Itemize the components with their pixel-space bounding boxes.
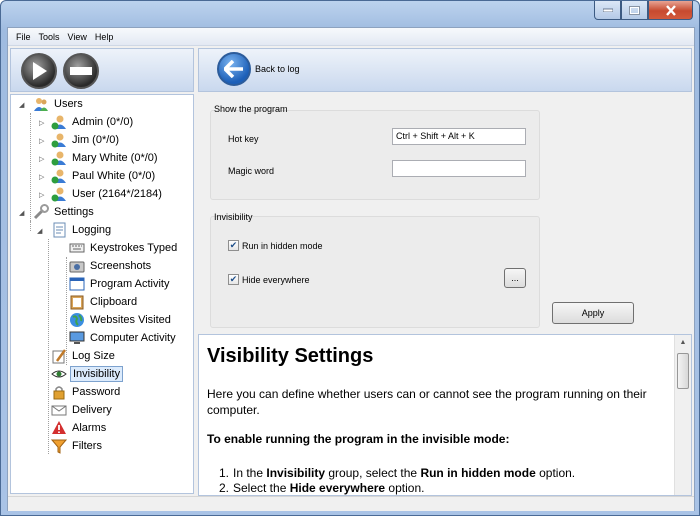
scroll-up-icon[interactable]: ▲ xyxy=(675,335,691,351)
hotkey-input[interactable]: Ctrl + Shift + Alt + K xyxy=(392,128,526,145)
window-controls xyxy=(594,1,693,20)
log-size-icon xyxy=(51,348,67,364)
apply-button[interactable]: Apply xyxy=(552,302,634,324)
menu-help[interactable]: Help xyxy=(91,28,118,46)
clipboard-icon xyxy=(69,294,85,310)
back-button[interactable] xyxy=(217,52,251,86)
menu-view[interactable]: View xyxy=(64,28,91,46)
close-icon xyxy=(665,4,676,16)
hide-everywhere-checkbox[interactable]: ✔ Hide everywhere xyxy=(228,274,310,285)
tree-delivery[interactable]: Delivery xyxy=(51,401,114,419)
hotkey-label: Hot key xyxy=(228,134,259,144)
users-icon xyxy=(33,96,49,112)
window-icon xyxy=(69,276,85,292)
help-scrollbar[interactable]: ▲ xyxy=(674,335,691,495)
tree-invisibility[interactable]: Invisibility xyxy=(51,365,124,383)
computer-icon xyxy=(69,330,85,346)
hide-options-button[interactable]: ... xyxy=(504,268,526,288)
navigation-tree: ◢ Users ▷ Admin (0*/0) ▷ Jim (0*/0) ▷ Ma… xyxy=(10,94,194,494)
globe-icon xyxy=(69,312,85,328)
invisibility-group xyxy=(210,216,540,328)
camera-icon xyxy=(69,258,85,274)
help-step-2: 2. Select the Hide everywhere option. xyxy=(219,481,425,495)
tree-computer-activity[interactable]: Computer Activity xyxy=(69,329,178,347)
scroll-thumb[interactable] xyxy=(677,353,689,389)
warning-icon xyxy=(51,420,67,436)
user-icon xyxy=(51,114,67,130)
menu-tools[interactable]: Tools xyxy=(35,28,64,46)
menu-bar: File Tools View Help xyxy=(8,28,694,46)
show-program-group xyxy=(210,110,540,200)
user-icon xyxy=(51,186,67,202)
show-program-title: Show the program xyxy=(214,104,288,114)
tree-user-admin[interactable]: Admin (0*/0) xyxy=(51,113,135,131)
help-step-1: 1. In the Invisibility group, select the… xyxy=(219,466,576,480)
start-button[interactable] xyxy=(21,53,57,89)
close-button[interactable] xyxy=(648,1,693,20)
title-bar xyxy=(1,1,699,27)
arrow-left-icon xyxy=(224,60,243,78)
help-intro: Here you can define whether users can or… xyxy=(207,387,647,417)
user-icon xyxy=(51,150,67,166)
tree-filters[interactable]: Filters xyxy=(51,437,104,455)
stop-button[interactable] xyxy=(63,53,99,89)
tree-settings[interactable]: Settings xyxy=(33,203,96,221)
tree-keystrokes-typed[interactable]: Keystrokes Typed xyxy=(69,239,179,257)
funnel-icon xyxy=(51,438,67,454)
tree-password[interactable]: Password xyxy=(51,383,122,401)
tree-user-mary-white[interactable]: Mary White (0*/0) xyxy=(51,149,160,167)
tree-user-paul-white[interactable]: Paul White (0*/0) xyxy=(51,167,157,185)
wrench-icon xyxy=(33,204,49,220)
help-heading: Visibility Settings xyxy=(207,345,374,367)
lock-icon xyxy=(51,384,67,400)
maximize-button[interactable] xyxy=(621,1,648,20)
tree-clipboard[interactable]: Clipboard xyxy=(69,293,139,311)
tree-users[interactable]: Users xyxy=(33,95,85,113)
invisibility-title: Invisibility xyxy=(214,212,253,222)
tree-alarms[interactable]: Alarms xyxy=(51,419,108,437)
tree-logging[interactable]: Logging xyxy=(51,221,113,239)
eye-icon xyxy=(51,366,67,382)
client-area: File Tools View Help ◢ Users ▷ Admin (0*… xyxy=(7,27,695,511)
play-icon xyxy=(33,62,47,80)
document-icon xyxy=(51,222,67,238)
envelope-icon xyxy=(51,402,67,418)
tree-log-size[interactable]: Log Size xyxy=(51,347,117,365)
status-bar xyxy=(8,496,694,511)
right-toolbar: Back to log xyxy=(198,48,692,92)
tree-user-jim[interactable]: Jim (0*/0) xyxy=(51,131,121,149)
tree-program-activity[interactable]: Program Activity xyxy=(69,275,171,293)
magic-word-input[interactable] xyxy=(392,160,526,177)
help-pane: Visibility Settings Here you can define … xyxy=(198,334,692,496)
app-window: File Tools View Help ◢ Users ▷ Admin (0*… xyxy=(0,0,700,516)
tree-user-user[interactable]: User (2164*/2184) xyxy=(51,185,164,203)
help-subheading: To enable running the program in the inv… xyxy=(207,432,510,446)
left-toolbar xyxy=(10,48,194,92)
minimize-icon xyxy=(602,8,613,12)
checkmark-icon: ✔ xyxy=(228,240,239,251)
settings-panel: Show the program Hot key Ctrl + Shift + … xyxy=(198,94,692,334)
menu-file[interactable]: File xyxy=(12,28,35,46)
keyboard-icon xyxy=(69,240,85,256)
checkmark-icon: ✔ xyxy=(228,274,239,285)
minimize-button[interactable] xyxy=(594,1,621,20)
user-icon xyxy=(51,168,67,184)
back-to-log-link[interactable]: Back to log xyxy=(255,64,300,74)
user-icon xyxy=(51,132,67,148)
run-hidden-checkbox[interactable]: ✔ Run in hidden mode xyxy=(228,240,323,251)
stop-icon xyxy=(70,67,92,75)
tree-websites-visited[interactable]: Websites Visited xyxy=(69,311,173,329)
magic-word-label: Magic word xyxy=(228,166,275,176)
tree-screenshots[interactable]: Screenshots xyxy=(69,257,153,275)
maximize-icon xyxy=(629,5,640,15)
